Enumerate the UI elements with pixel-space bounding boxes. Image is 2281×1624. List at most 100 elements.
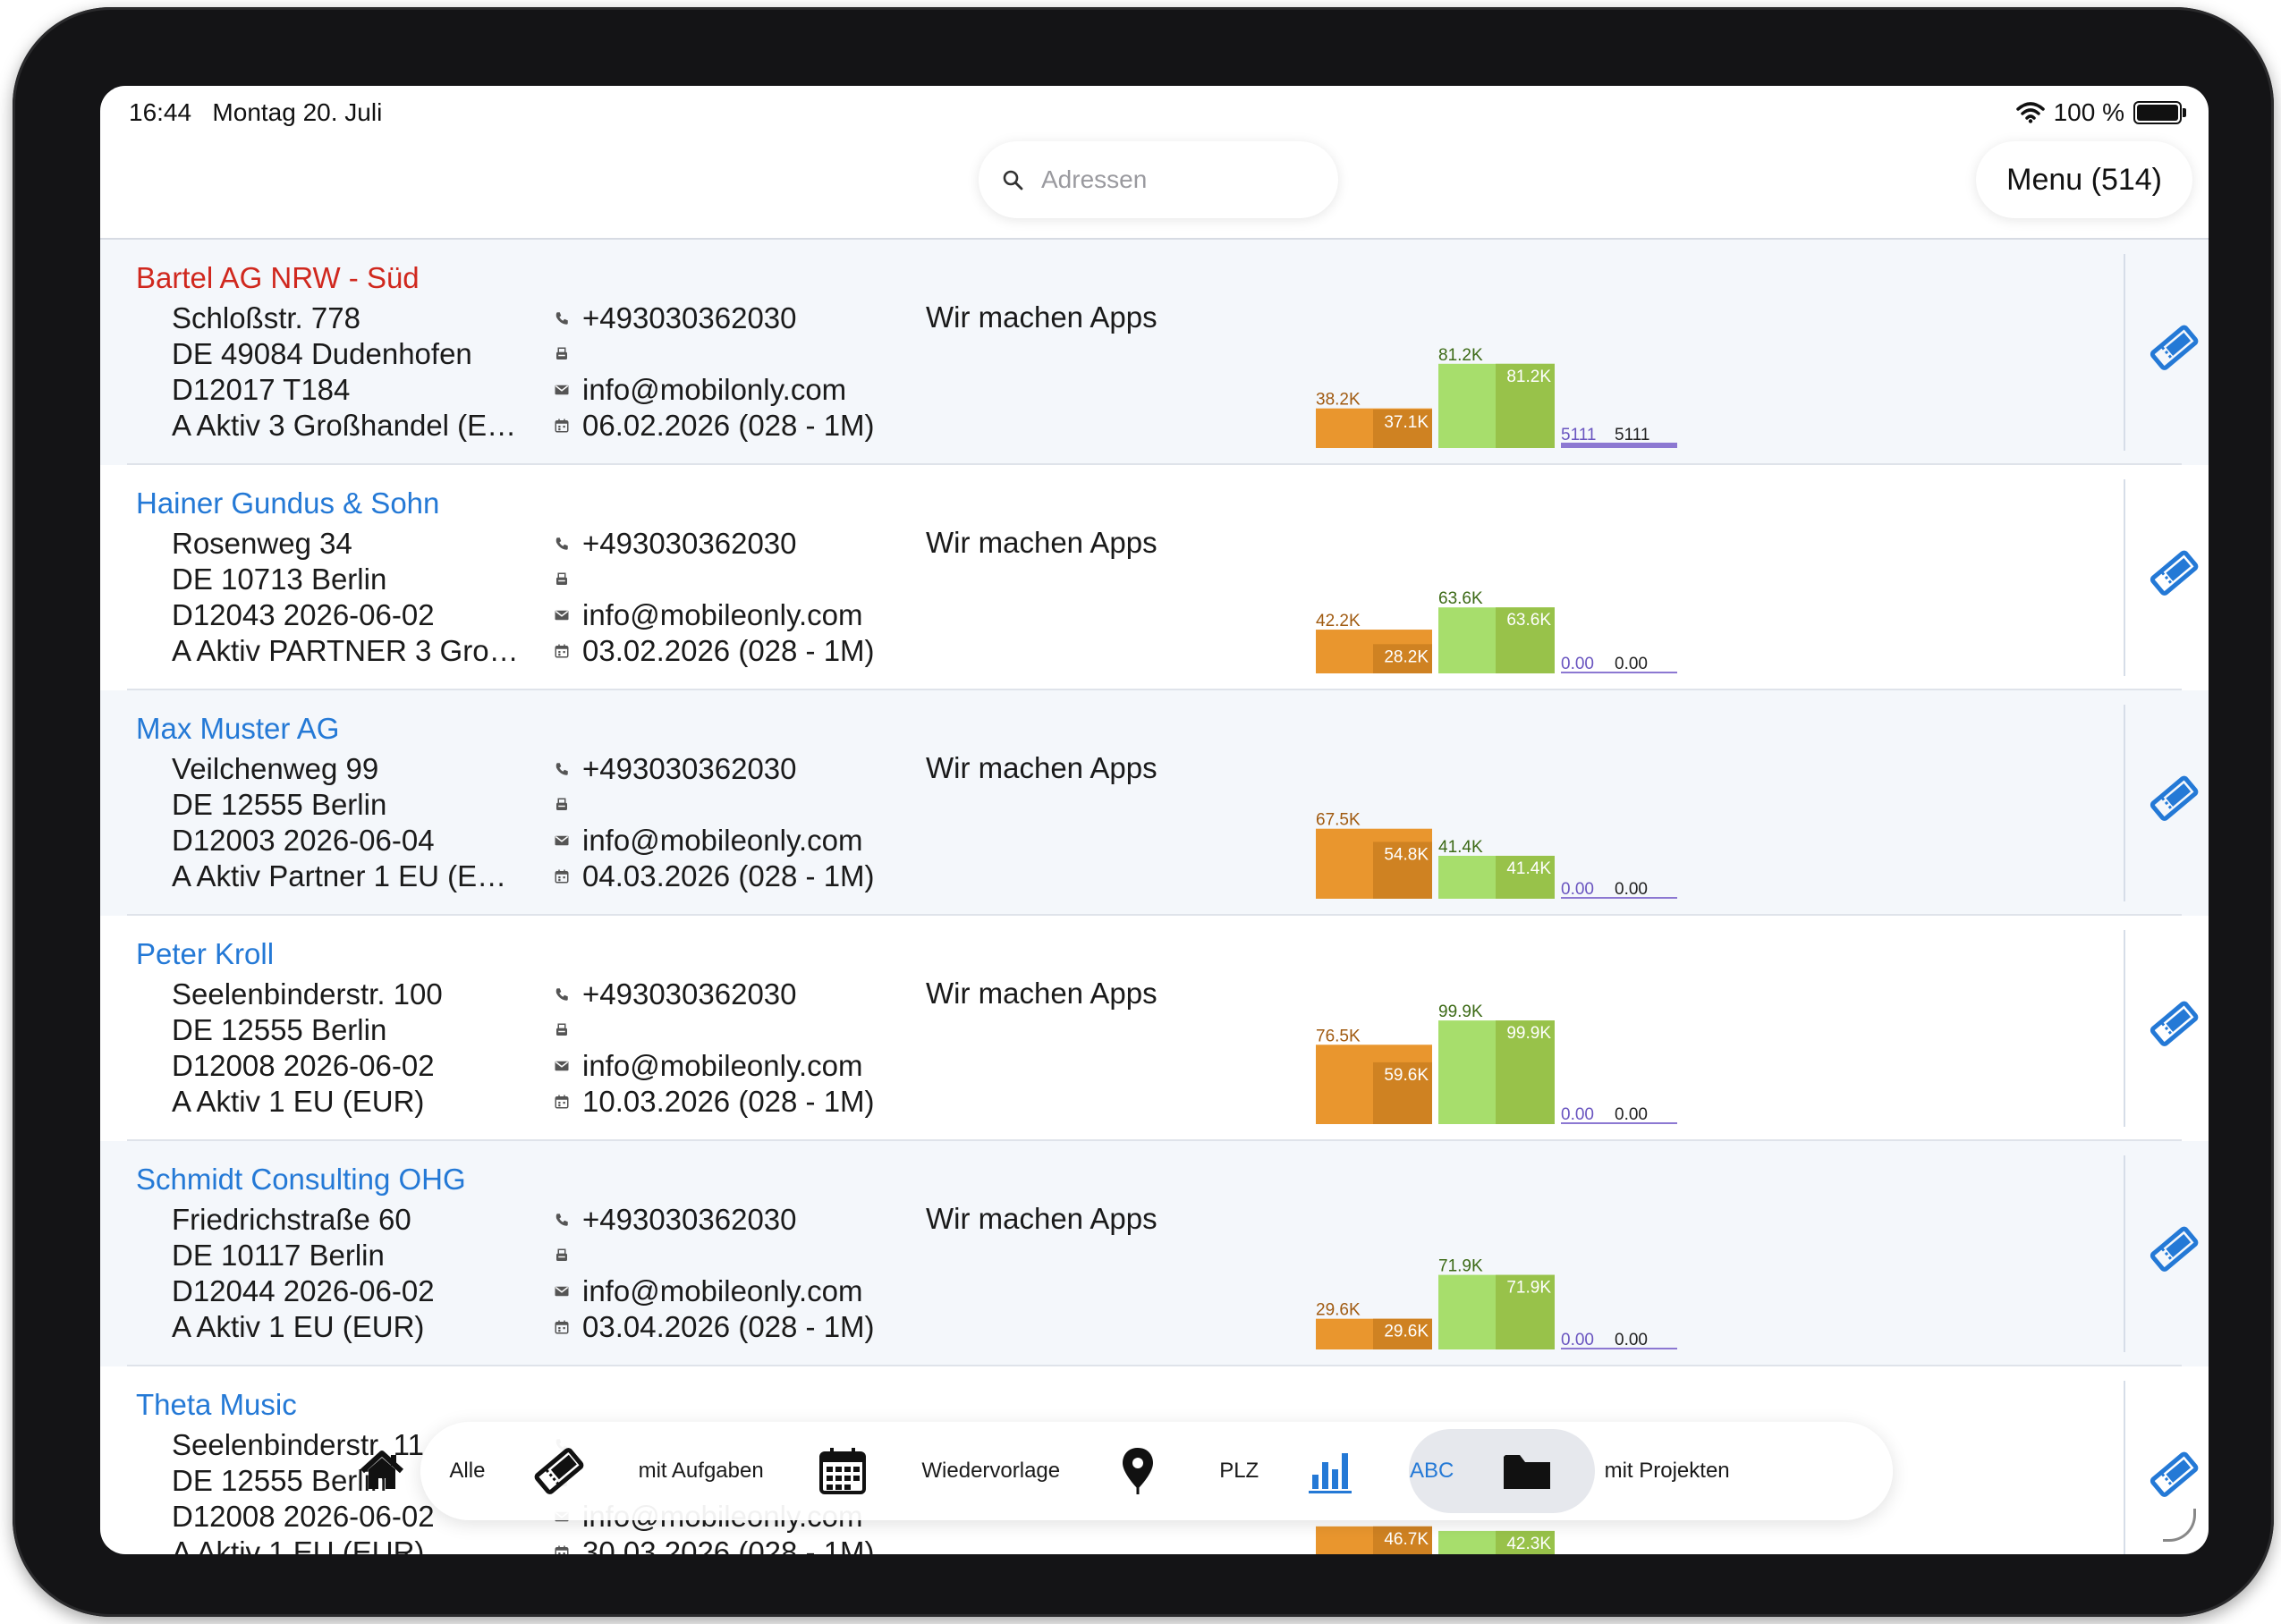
email-address[interactable]: info@mobilonly.com bbox=[582, 372, 846, 408]
search-icon bbox=[1003, 170, 1023, 190]
status-time: 16:44 Montag 20. Juli bbox=[129, 98, 382, 127]
address-row[interactable]: Bartel AG NRW - Süd Schloßstr. 778 DE 4908… bbox=[100, 240, 2209, 465]
calendar-icon bbox=[816, 1444, 869, 1498]
address-row[interactable]: Schmidt Consulting OHG Friedrichstraße 60… bbox=[100, 1141, 2209, 1366]
status-date: Montag 20. Juli bbox=[212, 98, 383, 126]
ticket-edit-icon[interactable] bbox=[2145, 1445, 2202, 1502]
mail-icon bbox=[552, 831, 572, 850]
address-name[interactable]: Peter Kroll bbox=[136, 937, 274, 971]
email-address-line: info@mobileonly.com bbox=[552, 1048, 875, 1084]
calendar-icon bbox=[552, 1317, 572, 1337]
address-block: Friedrichstraße 60 DE 10117 Berlin D12044 … bbox=[172, 1202, 525, 1345]
location-pin-icon bbox=[1111, 1444, 1165, 1498]
tab-label: Wiedervorlage bbox=[921, 1459, 1061, 1483]
row-divider bbox=[2124, 254, 2125, 451]
phone-number[interactable]: +493030362030 bbox=[582, 977, 797, 1012]
address-name[interactable]: Theta Music bbox=[136, 1388, 297, 1422]
calendar-icon bbox=[552, 1092, 572, 1112]
wifi-icon bbox=[2015, 102, 2045, 123]
orange-bar-primary bbox=[1316, 1045, 1432, 1124]
green-label-secondary: 71.9K bbox=[1506, 1279, 1551, 1298]
tab-mit-aufgaben[interactable]: mit Aufgaben bbox=[532, 1422, 764, 1520]
orange-label-secondary: 28.2K bbox=[1384, 647, 1429, 666]
address-name[interactable]: Hainer Gundus & Sohn bbox=[136, 486, 439, 520]
address-name[interactable]: Bartel AG NRW - Süd bbox=[136, 261, 420, 295]
purple-label-primary: 5111 bbox=[1561, 426, 1596, 444]
fax-number-line bbox=[552, 1238, 875, 1273]
purple-label-primary: 0.00 bbox=[1561, 1105, 1594, 1124]
green-bar-secondary bbox=[1496, 607, 1555, 673]
orange-label-primary: 67.5K bbox=[1316, 811, 1361, 830]
phone-number[interactable]: +493030362030 bbox=[582, 751, 797, 787]
address-block: Seelenbinderstr. 100 DE 12555 Berlin D1200… bbox=[172, 977, 525, 1120]
green-label-primary: 81.2K bbox=[1438, 346, 1483, 365]
green-bar-primary bbox=[1438, 1274, 1555, 1349]
address-list: Bartel AG NRW - Süd Schloßstr. 778 DE 4908… bbox=[100, 240, 2209, 1554]
phone-icon bbox=[552, 1210, 572, 1230]
tab-alle[interactable]: Alle bbox=[355, 1422, 485, 1520]
orange-label-primary: 38.2K bbox=[1316, 391, 1361, 410]
contact-block: +493030362030 info@mobilonly.com 06.02.202… bbox=[552, 300, 875, 444]
address-row[interactable]: Peter Kroll Seelenbinderstr. 100 DE 12555 … bbox=[100, 916, 2209, 1141]
orange-bar-secondary bbox=[1373, 1318, 1432, 1349]
follow-up-date: 03.02.2026 (028 - 1M) bbox=[582, 634, 875, 667]
green-label-primary: 63.6K bbox=[1438, 589, 1483, 608]
ticket-edit-icon[interactable] bbox=[2145, 769, 2202, 826]
follow-up-date-line: 30.03.2026 (028 - 1M) bbox=[552, 1535, 875, 1554]
ticket-edit-icon[interactable] bbox=[2145, 994, 2202, 1052]
purple-label-primary: 0.00 bbox=[1561, 655, 1594, 673]
tab-plz[interactable]: PLZ bbox=[1111, 1422, 1259, 1520]
address-row[interactable]: Max Muster AG Veilchenweg 99 DE 12555 Berl… bbox=[100, 690, 2209, 916]
ticket-edit-icon[interactable] bbox=[2145, 318, 2202, 376]
orange-label-secondary: 29.6K bbox=[1384, 1323, 1429, 1341]
search-field[interactable] bbox=[979, 141, 1338, 218]
green-label-secondary: 99.9K bbox=[1506, 1024, 1551, 1043]
green-bar-secondary bbox=[1496, 1020, 1555, 1124]
purple-label-secondary: 5111 bbox=[1615, 426, 1649, 444]
orange-bar-primary bbox=[1316, 1318, 1432, 1349]
tab-abc[interactable]: ABC bbox=[1305, 1422, 1454, 1520]
search-input[interactable] bbox=[1039, 165, 1329, 195]
orange-label-primary: 42.2K bbox=[1316, 612, 1361, 630]
bottom-tab-bar: Alle mit Aufgaben Wiedervorlage PLZ ABC mit P… bbox=[360, 1422, 1893, 1520]
address-street: Friedrichstraße 60 bbox=[172, 1203, 411, 1236]
fax-number-line bbox=[552, 562, 875, 597]
phone-number[interactable]: +493030362030 bbox=[582, 1202, 797, 1238]
orange-bar-primary bbox=[1316, 630, 1432, 673]
email-address[interactable]: info@mobileonly.com bbox=[582, 1048, 863, 1084]
orange-bar-primary bbox=[1316, 408, 1432, 448]
address-note: Wir machen Apps bbox=[926, 526, 1157, 559]
menu-button[interactable]: Menu (514) bbox=[1976, 141, 2192, 218]
follow-up-date: 30.03.2026 (028 - 1M) bbox=[582, 1535, 875, 1554]
fax-icon bbox=[552, 570, 572, 589]
address-name[interactable]: Max Muster AG bbox=[136, 712, 339, 746]
tab-mit-projekten[interactable]: mit Projekten bbox=[1500, 1422, 1730, 1520]
phone-number-line: +493030362030 bbox=[552, 977, 875, 1012]
phone-number[interactable]: +493030362030 bbox=[582, 300, 797, 336]
ticket-edit-icon[interactable] bbox=[2145, 544, 2202, 601]
ticket-edit-icon[interactable] bbox=[2145, 1220, 2202, 1277]
follow-up-date: 03.04.2026 (028 - 1M) bbox=[582, 1310, 875, 1343]
tab-label: mit Aufgaben bbox=[638, 1459, 764, 1483]
email-address[interactable]: info@mobileonly.com bbox=[582, 1273, 863, 1309]
tablet-frame: 16:44 Montag 20. Juli 100 % Me bbox=[13, 7, 2274, 1617]
address-status-line: A Aktiv 3 Großhandel (E… bbox=[172, 409, 517, 442]
orange-bar-secondary bbox=[1373, 842, 1432, 899]
email-address[interactable]: info@mobileonly.com bbox=[582, 823, 863, 859]
follow-up-date: 04.03.2026 (028 - 1M) bbox=[582, 859, 875, 892]
fax-icon bbox=[552, 344, 572, 364]
address-city: DE 10117 Berlin bbox=[172, 1239, 385, 1272]
address-block: Schloßstr. 778 DE 49084 Dudenhofen D12017 … bbox=[172, 300, 525, 444]
address-name[interactable]: Schmidt Consulting OHG bbox=[136, 1163, 466, 1197]
orange-label-secondary: 59.6K bbox=[1384, 1066, 1429, 1085]
email-address[interactable]: info@mobileonly.com bbox=[582, 597, 863, 633]
address-row[interactable]: Hainer Gundus & Sohn Rosenweg 34 DE 10713 … bbox=[100, 465, 2209, 690]
green-bar-secondary bbox=[1496, 1274, 1555, 1349]
row-divider bbox=[2124, 705, 2125, 901]
green-bar-primary bbox=[1438, 855, 1555, 899]
tab-wiedervorlage[interactable]: Wiedervorlage bbox=[816, 1422, 1060, 1520]
orange-label-secondary: 46.7K bbox=[1384, 1530, 1429, 1549]
mail-icon bbox=[552, 1281, 572, 1301]
calendar-icon bbox=[552, 641, 572, 661]
phone-number[interactable]: +493030362030 bbox=[582, 526, 797, 562]
